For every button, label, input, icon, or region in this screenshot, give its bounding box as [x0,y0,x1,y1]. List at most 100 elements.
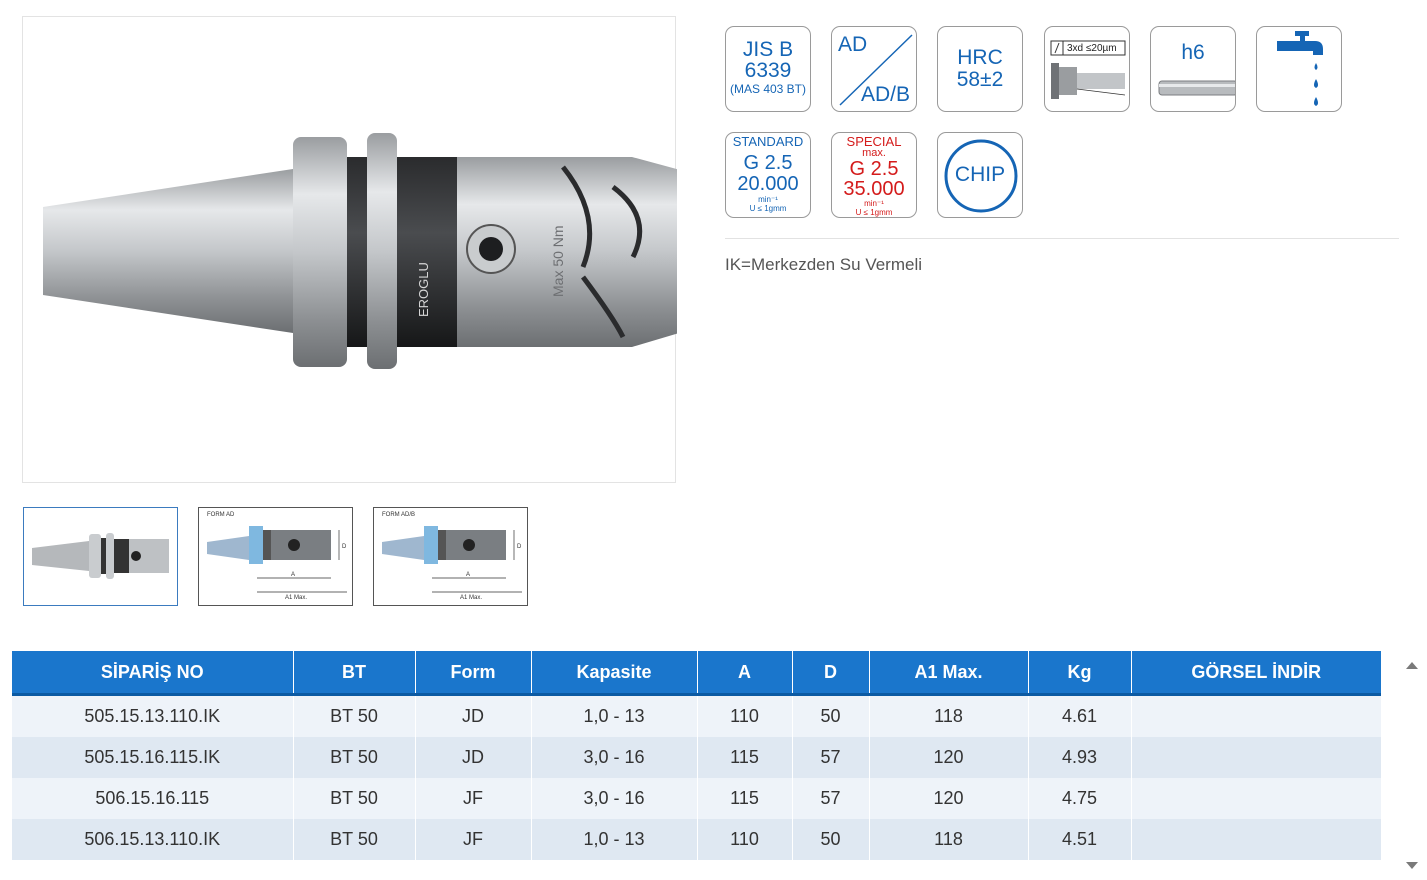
standard-line5: U ≤ 1gmm [749,204,787,213]
cell-a: 110 [697,819,793,860]
hrc-line1: HRC [957,46,1003,69]
cell-a: 110 [697,694,793,737]
scroll-down-arrow-icon[interactable] [1406,862,1418,869]
header-capacity[interactable]: Kapasite [531,651,698,696]
header-form[interactable]: Form [415,651,532,696]
cell-a1-max: 118 [869,819,1029,860]
header-order-no[interactable]: SİPARİŞ NO [12,651,294,696]
form-ad-top: AD [838,33,868,56]
section-divider [725,238,1399,239]
dim-a-label: A [291,572,295,578]
cell-form: JF [415,819,532,860]
jis-line3: (MAS 403 BT) [729,82,807,96]
standard-line1: STANDARD [732,134,804,149]
cell-a1-max: 120 [869,778,1029,819]
water-tap-icon [1277,31,1323,106]
main-product-image: EROGLU Max 50 Nm [22,16,677,483]
cell-download[interactable] [1131,737,1381,778]
cell-capacity: 1,0 - 13 [531,694,698,737]
cell-bt: BT 50 [293,819,416,860]
coolant-badge [1256,26,1342,112]
scroll-up-arrow-icon[interactable] [1406,662,1418,669]
jis-line1: JIS B [742,38,794,61]
hrc-line2: 58±2 [956,68,1004,91]
cell-bt: BT 50 [293,694,416,737]
table-row: 506.15.16.115 BT 50 JF 3,0 - 16 115 57 1… [12,778,1381,819]
cell-d: 57 [792,737,870,778]
thumbnail-product[interactable] [23,507,178,606]
cell-bt: BT 50 [293,778,416,819]
cylindrical-shank-icon [1158,80,1235,96]
cell-order-no: 506.15.13.110.IK [12,819,294,860]
dim-a-label: A [466,572,470,578]
standard-balancing-badge: STANDARD G 2.5 20.000 min⁻¹ U ≤ 1gmm [725,132,811,218]
brand-marking: EROGLU [416,262,431,317]
hrc-hardness-badge: HRC 58±2 [937,26,1023,112]
cell-kg: 4.51 [1028,819,1132,860]
cell-order-no: 505.15.16.115.IK [12,737,294,778]
table-row: 505.15.13.110.IK BT 50 JD 1,0 - 13 110 5… [12,694,1381,737]
cell-d: 50 [792,819,870,860]
special-line3: G 2.5 [849,158,899,180]
standard-line3: 20.000 [737,173,799,195]
cell-capacity: 1,0 - 13 [531,819,698,860]
header-a[interactable]: A [697,651,793,696]
thumbnail-form-ad[interactable]: FORM AD A A1 Max. D [198,507,353,606]
runout-tolerance-badge: 3xd ≤20µm [1044,26,1130,112]
cell-form: JD [415,737,532,778]
tool-holder-illustration: EROGLU Max 50 Nm [43,133,677,369]
dim-d-label: D [517,544,522,550]
special-line5: min⁻¹ [864,199,884,208]
cell-a1-max: 118 [869,694,1029,737]
thumbnail-form-adb-label: FORM AD/B [382,512,416,518]
cell-d: 50 [792,694,870,737]
coolant-note: IK=Merkezden Su Vermeli [725,255,923,274]
cell-kg: 4.61 [1028,694,1132,737]
dim-a1-label: A1 Max. [460,595,482,601]
header-a1-max[interactable]: A1 Max. [869,651,1029,696]
table-row: 506.15.13.110.IK BT 50 JF 1,0 - 13 110 5… [12,819,1381,860]
shank-h6-badge: h6 [1150,26,1236,112]
chip-label: CHIP [954,163,1006,186]
thumbnail-form-adb[interactable]: FORM AD/B A A1 Max. D [373,507,528,606]
runout-tolerance-icon [1050,40,1126,99]
cell-capacity: 3,0 - 16 [531,778,698,819]
standard-line4: min⁻¹ [758,195,778,204]
special-line4: 35.000 [843,178,905,200]
cell-a1-max: 120 [869,737,1029,778]
cell-a: 115 [697,778,793,819]
cell-bt: BT 50 [293,737,416,778]
cell-download[interactable] [1131,819,1381,860]
cell-d: 57 [792,778,870,819]
cell-order-no: 505.15.13.110.IK [12,694,294,737]
dim-d-label: D [342,544,347,550]
thumbnail-form-ad-label: FORM AD [207,512,235,518]
form-ad-badge: AD AD/B [831,26,917,112]
thumbnail-form-ad-drawing: A A1 Max. D [207,526,347,601]
table-row: 505.15.16.115.IK BT 50 JD 3,0 - 16 115 5… [12,737,1381,778]
special-line6: U ≤ 1gmm [855,208,893,217]
thumbnail-product-image [32,533,169,579]
jis-line2: 6339 [744,59,792,82]
product-spec-table: SİPARİŞ NO BT Form Kapasite A D A1 Max. … [12,651,1381,860]
special-balancing-badge: SPECIAL max. G 2.5 35.000 min⁻¹ U ≤ 1gmm [831,132,917,218]
header-kg[interactable]: Kg [1028,651,1132,696]
header-bt[interactable]: BT [293,651,416,696]
cell-download[interactable] [1131,694,1381,737]
cell-form: JF [415,778,532,819]
cell-kg: 4.93 [1028,737,1132,778]
table-header-row: SİPARİŞ NO BT Form Kapasite A D A1 Max. … [12,651,1381,696]
header-d[interactable]: D [792,651,870,696]
chip-badge: CHIP [937,132,1023,218]
cell-form: JD [415,694,532,737]
dim-a1-label: A1 Max. [285,595,307,601]
cell-a: 115 [697,737,793,778]
cell-download[interactable] [1131,778,1381,819]
jis-standard-badge: JIS B 6339 (MAS 403 BT) [725,26,811,112]
cell-order-no: 506.15.16.115 [12,778,294,819]
runout-label: 3xd ≤20µm [1067,43,1117,54]
cell-kg: 4.75 [1028,778,1132,819]
header-download-image[interactable]: GÖRSEL İNDİR [1131,651,1381,696]
torque-marking: Max 50 Nm [550,225,566,297]
standard-line2: G 2.5 [743,152,793,174]
